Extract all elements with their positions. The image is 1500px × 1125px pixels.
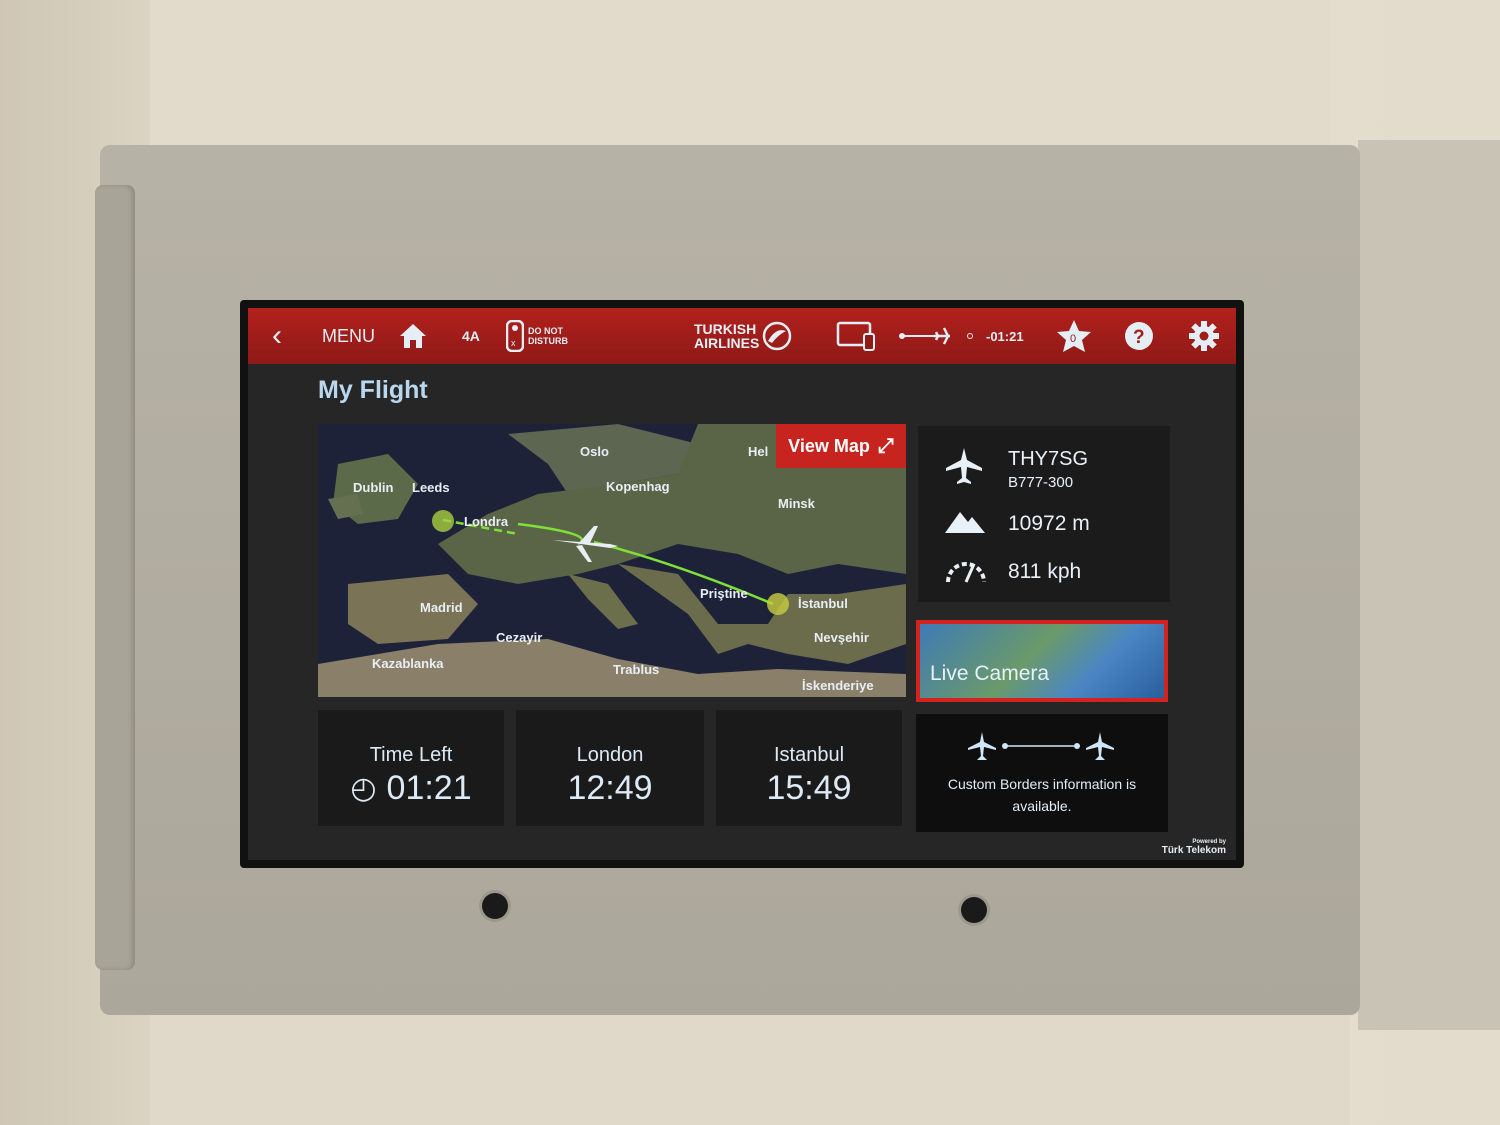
live-camera-button[interactable]: Live Camera bbox=[916, 620, 1168, 702]
gear-icon[interactable] bbox=[1188, 308, 1220, 364]
bezel-hole bbox=[961, 897, 987, 923]
dnd-line1: DO NOT bbox=[528, 326, 563, 336]
menu-button[interactable]: MENU bbox=[322, 308, 375, 364]
city-label: Kopenhag bbox=[606, 479, 670, 494]
clock-icon: ◴ bbox=[350, 772, 377, 805]
favorites-star-icon[interactable]: 0 bbox=[1056, 308, 1092, 364]
time-left-label: Time Left bbox=[369, 744, 453, 766]
city-label: Madrid bbox=[420, 600, 463, 615]
view-map-button[interactable]: View Map ⤢ bbox=[776, 424, 906, 468]
time-remaining: -01:21 bbox=[986, 328, 1024, 344]
svg-text:?: ? bbox=[1133, 327, 1145, 348]
brand-line1: TURKISH bbox=[694, 321, 757, 337]
city-label: Minsk bbox=[778, 496, 815, 511]
city-label: İskenderiye bbox=[802, 678, 874, 693]
destination-card: Istanbul 15:49 bbox=[716, 710, 902, 826]
city-label: Oslo bbox=[580, 444, 609, 459]
city-label: Cezayir bbox=[496, 630, 543, 645]
city-label: Nevşehir bbox=[814, 630, 869, 645]
seat-back-lower bbox=[150, 1015, 1350, 1125]
turk-telekom-logo: Powered by Türk Telekom bbox=[1162, 839, 1226, 856]
city-label: Kazablanka bbox=[372, 656, 444, 671]
flight-progress-icon bbox=[898, 308, 978, 364]
crane-logo-icon bbox=[763, 321, 792, 351]
turk-telekom: Türk Telekom bbox=[1161, 845, 1226, 856]
altitude: 10972 m bbox=[1008, 512, 1090, 535]
seat-number: 4A bbox=[462, 328, 480, 344]
top-bar: ‹ MENU 4A x DO NOT DISTURB TURKISH AIRLINE… bbox=[248, 308, 1236, 364]
turkish-airlines-logo: TURKISH AIRLINES bbox=[694, 308, 792, 364]
page-title: My Flight bbox=[318, 376, 428, 404]
time-left-card: Time Left ◴ 01:21 bbox=[318, 710, 504, 826]
brand-line2: AIRLINES bbox=[694, 335, 760, 351]
city-label: Priştine bbox=[700, 586, 748, 601]
seat-back-upper bbox=[150, 0, 1330, 160]
aircraft-type: B777-300 bbox=[1008, 474, 1074, 491]
city-label: Hel bbox=[748, 444, 769, 459]
city-label: Leeds bbox=[412, 480, 450, 495]
svg-text:x: x bbox=[511, 338, 516, 348]
city-label: Trablus bbox=[613, 662, 660, 677]
airplane-icon bbox=[552, 526, 618, 562]
custom-borders-text: Custom Borders information is available. bbox=[947, 776, 1137, 814]
ife-screen: ‹ MENU 4A x DO NOT DISTURB TURKISH AIRLINE… bbox=[240, 300, 1244, 868]
city-label: İstanbul bbox=[798, 596, 848, 611]
view-map-label: View Map bbox=[788, 435, 870, 456]
destination-time: 15:49 bbox=[766, 769, 852, 807]
mountain-icon bbox=[945, 512, 985, 533]
favorites-count: 0 bbox=[1070, 333, 1076, 345]
city-label: Londra bbox=[464, 514, 509, 529]
route-planes-icon bbox=[968, 732, 1114, 760]
city-label: Dublin bbox=[353, 480, 394, 495]
dnd-line2: DISTURB bbox=[528, 336, 568, 346]
ground-speed: 811 kph bbox=[1008, 560, 1082, 583]
speedometer-icon bbox=[946, 562, 986, 583]
origin-card: London 12:49 bbox=[516, 710, 704, 826]
chevron-left-icon[interactable]: ‹ bbox=[272, 308, 282, 364]
flight-info-panel: THY7SG B777-300 10972 m 811 kph bbox=[918, 426, 1170, 602]
origin-time: 12:49 bbox=[567, 769, 653, 807]
custom-borders-button[interactable]: Custom Borders information is available. bbox=[916, 714, 1168, 832]
screen-device-icon[interactable] bbox=[836, 308, 878, 364]
airplane-icon bbox=[946, 448, 982, 484]
origin-city: London bbox=[576, 744, 644, 766]
adjacent-panel bbox=[1358, 140, 1500, 1030]
home-icon[interactable] bbox=[398, 308, 428, 364]
flight-map[interactable]: Oslo Hel Kopenhag Dublin Leeds Londra Mi… bbox=[318, 424, 906, 697]
bezel-handle bbox=[95, 185, 135, 970]
expand-icon: ⤢ bbox=[877, 434, 894, 457]
time-left-value: 01:21 bbox=[386, 769, 472, 807]
live-camera-label: Live Camera bbox=[930, 662, 1050, 685]
destination-city: Istanbul bbox=[773, 744, 845, 766]
do-not-disturb-button[interactable]: x DO NOT DISTURB bbox=[506, 308, 568, 364]
door-hanger-icon: x bbox=[506, 320, 524, 352]
bezel-hole bbox=[482, 893, 508, 919]
flight-callsign: THY7SG bbox=[1008, 448, 1089, 470]
question-icon[interactable]: ? bbox=[1124, 308, 1154, 364]
